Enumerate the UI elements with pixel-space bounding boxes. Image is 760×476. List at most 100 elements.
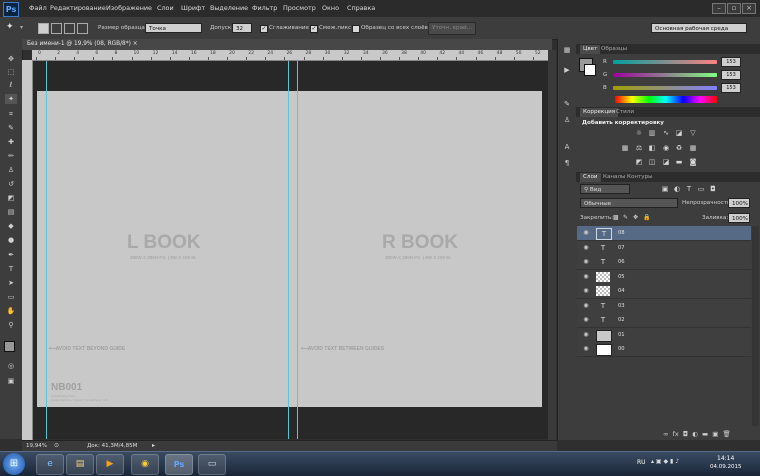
channel-b-slider[interactable]: [613, 86, 717, 90]
tool-preset-arrow-icon[interactable]: ▾: [20, 24, 23, 31]
type-tool-icon[interactable]: T: [5, 264, 17, 274]
quick-mask-icon[interactable]: ◎: [5, 361, 17, 371]
foreground-color-swatch[interactable]: [4, 341, 15, 352]
eye-icon[interactable]: ◉: [582, 345, 590, 353]
photo-filter-icon[interactable]: ◉: [662, 144, 670, 152]
document-canvas[interactable]: L BOOK 380W X 380H PX. | 8W X 100 M. R B…: [37, 91, 542, 407]
lock-pixels-icon[interactable]: ✎: [623, 214, 628, 221]
menu-type[interactable]: Шрифт: [181, 4, 205, 12]
document-tab[interactable]: Без имени-1 @ 19,9% (08, RGB/8*) ×: [22, 39, 552, 50]
menu-help[interactable]: Справка: [347, 4, 375, 12]
filter-smart-icon[interactable]: ◘: [709, 185, 717, 193]
explorer-icon[interactable]: ▤: [66, 454, 94, 475]
filter-adjust-icon[interactable]: ◐: [673, 185, 681, 193]
guide-line[interactable]: [297, 61, 298, 439]
eyedropper-tool-icon[interactable]: ✎: [5, 123, 17, 133]
color-balance-icon[interactable]: ⚖: [635, 144, 643, 152]
gradient-map-icon[interactable]: ▬: [675, 158, 683, 166]
add-selection-icon[interactable]: [51, 23, 62, 34]
layer-row[interactable]: ◉ T 08: [577, 226, 751, 241]
zoom-tool-icon[interactable]: ⚲: [5, 320, 17, 330]
link-layers-icon[interactable]: ∞: [663, 430, 668, 438]
layer-row[interactable]: ◉ T 07: [577, 240, 751, 256]
channel-mixer-icon[interactable]: ♻: [675, 144, 683, 152]
eye-icon[interactable]: ◉: [582, 302, 590, 310]
lock-position-icon[interactable]: ✥: [633, 214, 638, 221]
fill-input[interactable]: 100%: [728, 213, 750, 223]
eye-icon[interactable]: ◉: [582, 331, 590, 339]
threshold-icon[interactable]: ◪: [662, 158, 670, 166]
posterize-icon[interactable]: ◫: [648, 158, 656, 166]
magic-wand-icon[interactable]: ✦: [6, 22, 14, 32]
actions-panel-icon[interactable]: ▶: [562, 66, 572, 75]
sample-size-select[interactable]: Точка: [145, 23, 202, 33]
magic-wand-tool-icon[interactable]: ✦: [5, 94, 17, 104]
new-selection-icon[interactable]: [38, 23, 49, 34]
layer-row[interactable]: ◉ 00: [577, 342, 751, 357]
eye-icon[interactable]: ◉: [582, 244, 590, 252]
status-arrow-icon[interactable]: ▸: [152, 442, 155, 449]
layer-row[interactable]: ◉ 01: [577, 327, 751, 343]
history-brush-icon[interactable]: ↺: [5, 179, 17, 189]
channel-r-slider[interactable]: [613, 60, 717, 64]
new-layer-icon[interactable]: ▣: [712, 430, 718, 438]
ie-icon[interactable]: e: [36, 454, 64, 475]
curves-adjust-icon[interactable]: ∿: [662, 129, 670, 137]
paragraph-panel-icon[interactable]: ¶: [562, 159, 572, 168]
lock-all-icon[interactable]: 🔒: [643, 214, 650, 221]
start-button[interactable]: ⊞: [3, 453, 25, 475]
vertical-scrollbar[interactable]: [548, 50, 556, 440]
brush-panel-icon[interactable]: ✎: [562, 100, 572, 109]
opacity-input[interactable]: 100%: [728, 198, 750, 208]
menu-select[interactable]: Выделение: [210, 4, 248, 12]
menu-image[interactable]: Изображение: [106, 4, 152, 12]
eye-icon[interactable]: ◉: [582, 316, 590, 324]
color-bg-swatch[interactable]: [584, 64, 596, 76]
path-select-tool-icon[interactable]: ➤: [5, 278, 17, 288]
zoom-level[interactable]: 19,94%: [26, 443, 47, 449]
marquee-tool-icon[interactable]: ⬚: [5, 67, 17, 77]
antialias-checkbox[interactable]: ✓: [260, 25, 268, 33]
maximize-button[interactable]: ▫: [727, 3, 741, 14]
invert-icon[interactable]: ◩: [635, 158, 643, 166]
vibrance-adjust-icon[interactable]: ▽: [689, 129, 697, 137]
menu-view[interactable]: Просмотр: [283, 4, 316, 12]
exposure-adjust-icon[interactable]: ◪: [675, 129, 683, 137]
refine-edge-button[interactable]: Уточн. край...: [428, 22, 476, 35]
gradient-tool-icon[interactable]: ▤: [5, 207, 17, 217]
levels-adjust-icon[interactable]: ▥: [648, 129, 656, 137]
workspace-select[interactable]: Основная рабочая среда: [651, 23, 747, 33]
photoshop-task-icon[interactable]: Ps: [165, 454, 193, 475]
eraser-tool-icon[interactable]: ◩: [5, 193, 17, 203]
tab-layers[interactable]: Слои: [580, 173, 601, 182]
clock-date[interactable]: 04.09.2015: [710, 464, 742, 470]
color-lookup-icon[interactable]: ▦: [689, 144, 697, 152]
history-panel-icon[interactable]: ▦: [562, 46, 572, 55]
clone-source-icon[interactable]: ♙: [562, 116, 572, 125]
close-button[interactable]: ×: [742, 3, 756, 14]
screen-mode-icon[interactable]: ▣: [5, 376, 17, 386]
layer-row[interactable]: ◉ 05: [577, 269, 751, 285]
hand-tool-icon[interactable]: ✋: [5, 306, 17, 316]
minimize-button[interactable]: –: [712, 3, 726, 14]
eye-icon[interactable]: ◉: [582, 273, 590, 281]
tab-swatches[interactable]: Образцы: [598, 45, 630, 54]
blur-tool-icon[interactable]: ◆: [5, 221, 17, 231]
layers-scrollbar[interactable]: [752, 226, 759, 426]
subtract-selection-icon[interactable]: [64, 23, 75, 34]
clock-time[interactable]: 14:14: [717, 455, 734, 462]
move-tool-icon[interactable]: ✥: [5, 54, 17, 64]
layer-style-icon[interactable]: fx: [673, 430, 679, 438]
channel-g-value[interactable]: 153: [721, 70, 741, 80]
eye-icon[interactable]: ◉: [582, 258, 590, 266]
character-panel-icon[interactable]: A: [562, 143, 572, 152]
menu-file[interactable]: Файл: [29, 4, 47, 12]
new-group-icon[interactable]: ▬: [702, 430, 708, 438]
dodge-tool-icon[interactable]: ●: [5, 235, 17, 245]
language-indicator[interactable]: RU: [637, 459, 646, 466]
crop-tool-icon[interactable]: ⌗: [5, 109, 17, 119]
guide-line[interactable]: [46, 61, 47, 439]
media-player-icon[interactable]: ▶: [96, 454, 124, 475]
channel-r-value[interactable]: 153: [721, 57, 741, 67]
shape-tool-icon[interactable]: ▭: [5, 292, 17, 302]
